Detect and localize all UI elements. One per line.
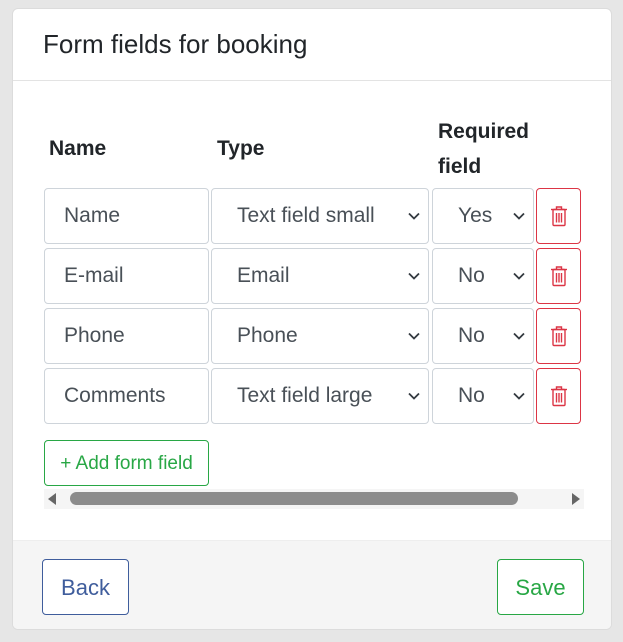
form-fields-card: Form fields for booking Name Type Requir… <box>12 8 612 630</box>
form-field-row: Name Text field small Yes <box>13 188 611 244</box>
field-name-input[interactable]: Comments <box>44 368 209 424</box>
column-header-type: Type <box>217 137 265 160</box>
card-title: Form fields for booking <box>43 29 308 59</box>
field-type-value: Email <box>237 264 290 287</box>
field-type-value: Text field large <box>237 384 373 407</box>
trash-icon <box>551 266 567 287</box>
field-type-select[interactable]: Email <box>211 248 429 304</box>
card-header: Form fields for booking <box>13 9 611 81</box>
field-type-select[interactable]: Text field small <box>211 188 429 244</box>
field-required-select[interactable]: Yes <box>432 188 534 244</box>
trash-icon <box>551 206 567 227</box>
field-name-input[interactable]: E-mail <box>44 248 209 304</box>
field-required-value: No <box>458 264 485 287</box>
delete-field-button[interactable] <box>536 368 581 424</box>
field-name-input[interactable]: Name <box>44 188 209 244</box>
chevron-down-icon <box>513 392 525 400</box>
field-required-select[interactable]: No <box>432 248 534 304</box>
chevron-down-icon <box>408 332 420 340</box>
form-field-row: Comments Text field large No <box>13 368 611 424</box>
form-field-row: E-mail Email No <box>13 248 611 304</box>
horizontal-scrollbar[interactable] <box>44 489 584 509</box>
field-type-value: Text field small <box>237 204 375 227</box>
scrollbar-thumb[interactable] <box>70 492 518 505</box>
caret-right-icon[interactable] <box>571 493 581 505</box>
chevron-down-icon <box>513 272 525 280</box>
field-required-select[interactable]: No <box>432 308 534 364</box>
field-required-value: No <box>458 384 485 407</box>
field-type-select[interactable]: Text field large <box>211 368 429 424</box>
trash-icon <box>551 386 567 407</box>
save-button[interactable]: Save <box>497 559 584 615</box>
back-button[interactable]: Back <box>42 559 129 615</box>
caret-left-icon[interactable] <box>47 493 57 505</box>
delete-field-button[interactable] <box>536 188 581 244</box>
trash-icon <box>551 326 567 347</box>
field-name-input[interactable]: Phone <box>44 308 209 364</box>
chevron-down-icon <box>513 332 525 340</box>
form-field-row: Phone Phone No <box>13 308 611 364</box>
card-footer: Back Save <box>13 540 611 629</box>
add-form-field-button[interactable]: + Add form field <box>44 440 209 486</box>
chevron-down-icon <box>408 212 420 220</box>
column-header-required: Required field <box>438 120 530 178</box>
field-required-value: Yes <box>458 204 493 227</box>
column-header-name: Name <box>49 137 107 160</box>
field-type-select[interactable]: Phone <box>211 308 429 364</box>
field-required-value: No <box>458 324 485 347</box>
chevron-down-icon <box>513 212 525 220</box>
delete-field-button[interactable] <box>536 248 581 304</box>
chevron-down-icon <box>408 392 420 400</box>
chevron-down-icon <box>408 272 420 280</box>
field-required-select[interactable]: No <box>432 368 534 424</box>
delete-field-button[interactable] <box>536 308 581 364</box>
field-type-value: Phone <box>237 324 298 347</box>
